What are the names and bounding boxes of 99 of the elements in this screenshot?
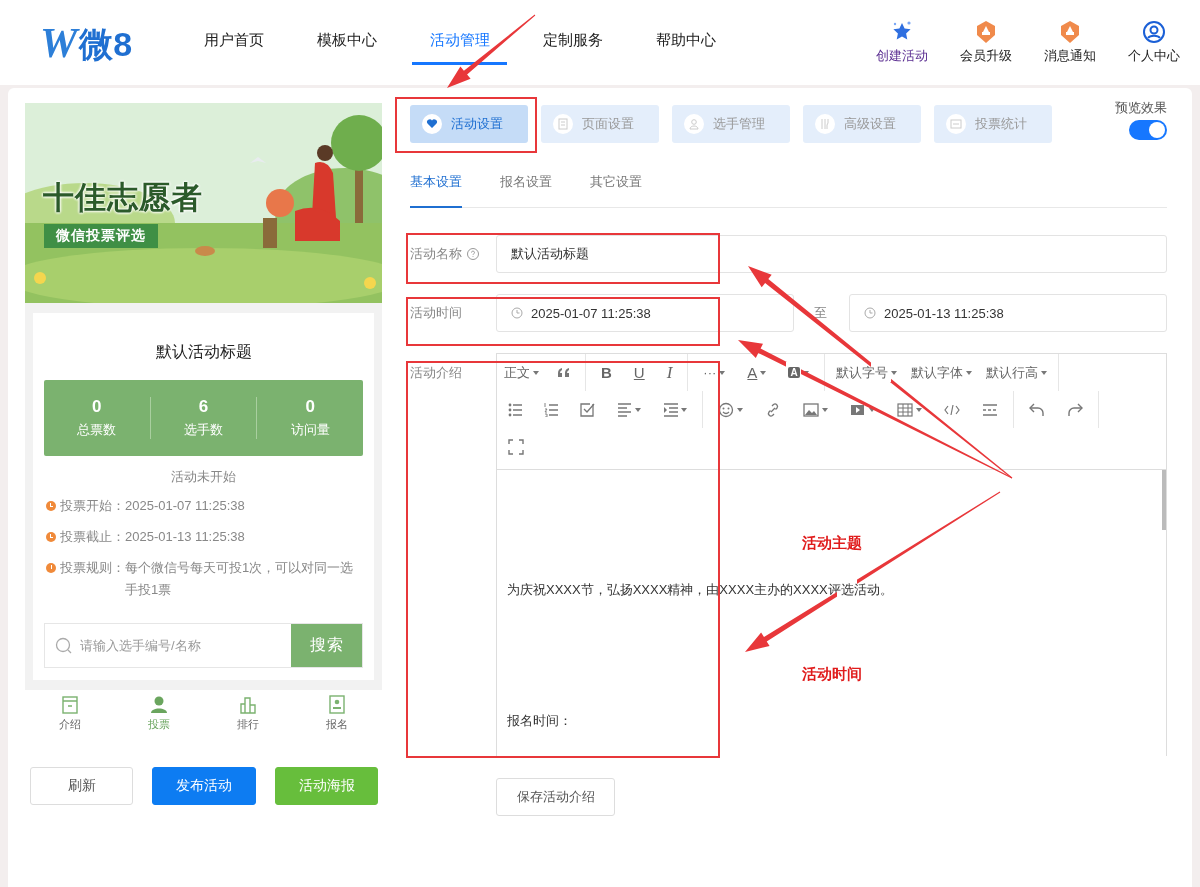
toolbar-button[interactable]: A <box>736 360 778 385</box>
editor-paragraph: 报名时间： <box>507 712 573 730</box>
clock-icon <box>511 307 523 319</box>
activity-title: 默认活动标题 <box>155 342 252 362</box>
bottom-tab[interactable]: 介绍 <box>25 695 115 740</box>
scrollbar[interactable] <box>1162 470 1166 530</box>
caret-icon <box>760 370 767 375</box>
caret-icon <box>533 370 539 375</box>
info-value: 2025-01-07 11:25:38 <box>125 497 245 515</box>
caret-icon <box>737 407 743 412</box>
document-icon <box>60 695 79 714</box>
indent-icon <box>663 402 678 417</box>
header-action[interactable]: 个人中心 <box>1128 47 1180 65</box>
annotation-text: 活动时间 <box>800 664 863 684</box>
section-tab[interactable]: 活动设置 <box>410 105 528 143</box>
bottom-tab[interactable]: 报名 <box>292 695 382 740</box>
person-icon <box>149 695 168 714</box>
input-field[interactable]: 默认活动标题 <box>496 235 1167 273</box>
stat-value: 6 <box>198 397 209 417</box>
heart-icon <box>426 118 438 130</box>
bottom-tab[interactable]: 投票 <box>114 695 204 740</box>
date-field[interactable]: 2025-01-13 11:25:38 <box>849 294 1167 332</box>
user-icon <box>1142 20 1166 44</box>
sub-tab[interactable]: 报名设置 <box>500 163 552 208</box>
toolbar-button[interactable]: B <box>590 360 623 385</box>
undo-icon <box>1029 401 1045 418</box>
activity-status: 活动未开始 <box>171 468 236 486</box>
nav-tab[interactable]: 定制服务 <box>516 0 629 85</box>
date-field[interactable]: 2025-01-07 11:25:38 <box>496 294 794 332</box>
range-separator: 至 <box>814 304 827 322</box>
toolbar-button[interactable]: ··· <box>692 360 737 385</box>
caret-icon <box>719 370 726 375</box>
caret-icon <box>1040 370 1047 375</box>
info-value: 2025-01-13 11:25:38 <box>125 528 245 546</box>
logo-mark[interactable]: W <box>40 21 78 64</box>
toolbar-button[interactable]: I <box>655 360 684 385</box>
numbered-list-icon <box>544 402 558 417</box>
caret-icon <box>965 370 972 375</box>
bullet-list-icon <box>508 402 522 417</box>
stat-value: 0 <box>305 397 315 417</box>
nav-tab[interactable]: 用户首页 <box>177 0 290 85</box>
smiley-icon <box>718 401 734 418</box>
stats-icon <box>950 118 962 130</box>
sub-tab[interactable]: 其它设置 <box>590 163 642 208</box>
field-label: 活动时间 <box>410 304 462 322</box>
person-icon <box>688 118 700 130</box>
caret-icon <box>822 407 828 412</box>
toolbar-button[interactable]: U <box>622 360 656 385</box>
toolbar-dropdown[interactable]: 默认字体 <box>903 360 979 385</box>
page-icon <box>557 118 569 130</box>
editor-paragraph: 为庆祝XXXX节，弘扬XXXX精神，由XXXX主办的XXXX评选活动。 <box>507 581 894 599</box>
alert-icon <box>46 563 56 573</box>
medal-icon <box>974 20 998 44</box>
info-label: 投票开始： <box>60 497 125 515</box>
preview-toggle[interactable] <box>1129 120 1167 140</box>
logo-text[interactable]: 微8 <box>79 26 133 64</box>
redo-icon <box>1067 401 1083 418</box>
field-label: 活动名称 <box>410 245 462 263</box>
stat-label: 访问量 <box>290 421 330 439</box>
quote-icon <box>557 367 570 378</box>
bottom-tab[interactable]: 排行 <box>203 695 293 740</box>
id-card-icon <box>328 695 347 714</box>
stat-label: 总票数 <box>77 421 117 439</box>
banner-title: 十佳志愿者 <box>43 179 203 217</box>
stat-label: 选手数 <box>184 421 223 439</box>
fullscreen-icon <box>508 438 524 455</box>
stat-value: 0 <box>92 397 102 417</box>
info-value: 每个微信号每天可投1次，可以对同一选手投1票 <box>125 559 355 599</box>
align-left-icon <box>617 402 632 417</box>
checkbox-icon <box>580 402 595 417</box>
clock-icon <box>46 532 56 542</box>
save-button[interactable]: 保存活动介绍 <box>496 778 615 816</box>
header-action[interactable]: 创建活动 <box>876 47 928 65</box>
action-button[interactable]: 刷新 <box>30 767 133 805</box>
field-label: 活动介绍 <box>410 364 462 382</box>
header-action[interactable]: 会员升级 <box>960 47 1012 65</box>
nav-tab[interactable]: 模板中心 <box>290 0 403 85</box>
header-action[interactable]: 消息通知 <box>1044 47 1096 65</box>
bar-chart-icon <box>239 695 258 714</box>
action-button[interactable]: 发布活动 <box>152 767 256 805</box>
divider-icon <box>982 401 998 418</box>
link-icon <box>765 401 781 418</box>
clock-icon <box>46 501 56 511</box>
sub-tab[interactable]: 基本设置 <box>410 163 462 208</box>
caret-icon <box>681 407 687 412</box>
nav-tab[interactable]: 帮助中心 <box>629 0 742 85</box>
info-label: 投票截止： <box>60 528 125 546</box>
toggle-label: 预览效果 <box>1115 99 1167 117</box>
toolbar-dropdown[interactable]: 默认行高 <box>978 360 1054 385</box>
info-label: 投票规则： <box>60 559 125 577</box>
caret-icon <box>635 407 641 412</box>
table-icon <box>897 401 913 418</box>
tools-icon <box>819 118 831 130</box>
toolbar-dropdown[interactable]: 正文 <box>497 360 546 385</box>
annotation-text: 活动主题 <box>800 533 863 553</box>
medal-icon <box>1058 20 1082 44</box>
banner-subtitle: 微信投票评选 <box>44 224 158 248</box>
clock-icon <box>864 307 876 319</box>
image-icon <box>803 401 819 418</box>
